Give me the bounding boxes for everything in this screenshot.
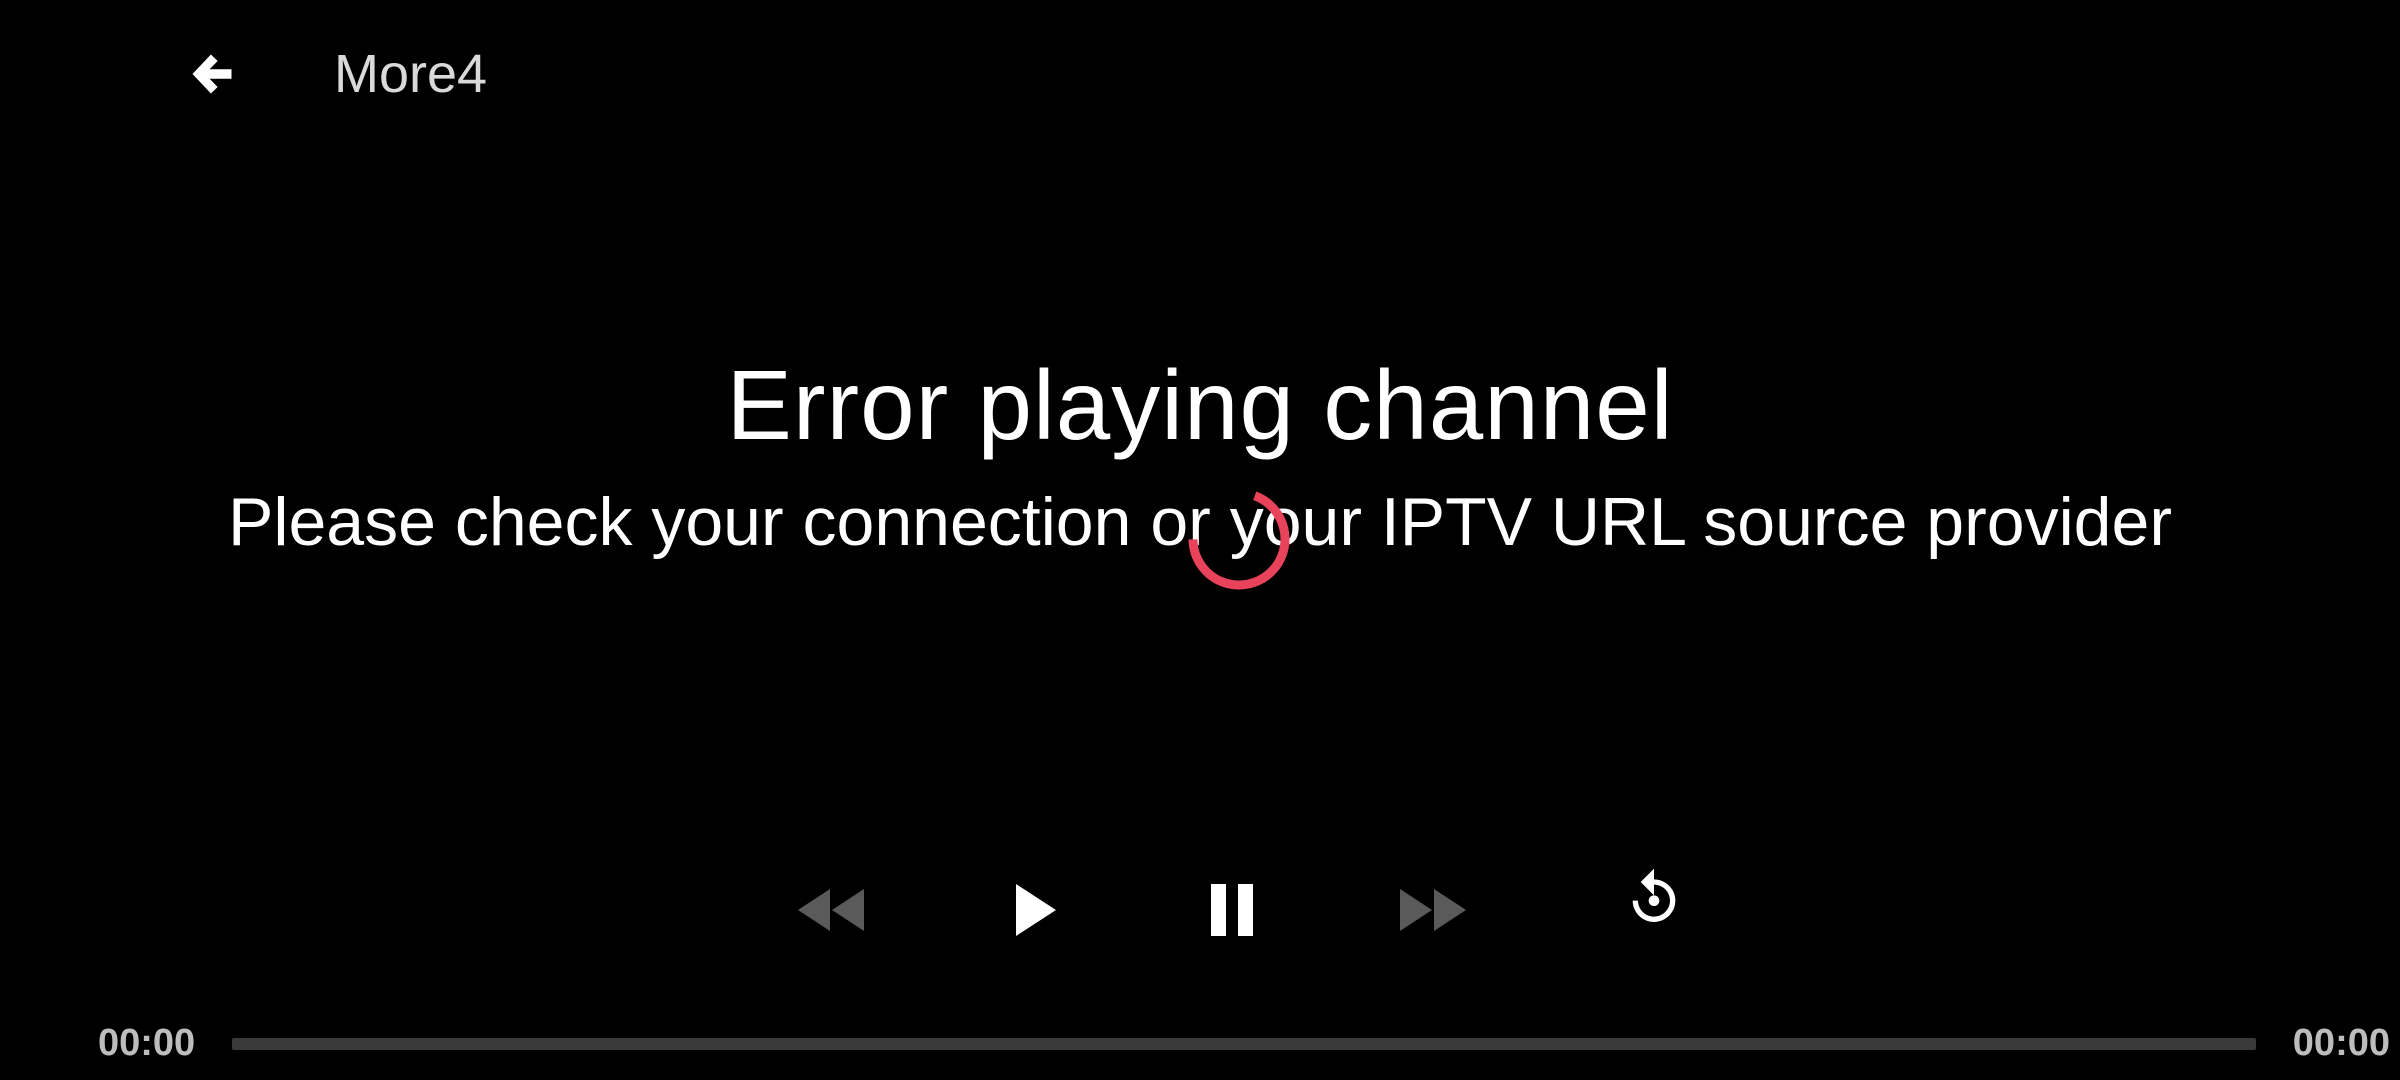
replay-button[interactable]: [1604, 848, 1704, 948]
loading-spinner: [1188, 488, 1290, 590]
replay-icon: [1632, 868, 1676, 922]
error-title: Error playing channel: [726, 350, 1674, 460]
rewind-icon: [798, 889, 864, 931]
play-icon: [1016, 884, 1056, 936]
fast-forward-icon: [1400, 889, 1466, 931]
duration-time: 00:00: [2292, 1022, 2390, 1064]
back-button[interactable]: [170, 35, 254, 113]
pause-button[interactable]: [1182, 860, 1282, 960]
top-bar: More4: [0, 0, 2400, 150]
position-time: 00:00: [98, 1022, 196, 1064]
channel-title: More4: [334, 44, 488, 104]
pause-icon: [1211, 884, 1253, 936]
fast-forward-button[interactable]: [1384, 860, 1484, 960]
rewind-button[interactable]: [780, 860, 880, 960]
playback-controls: [0, 860, 2400, 960]
arrow-left-icon: [192, 54, 232, 94]
player-screen: More4 Error playing channel Please check…: [0, 0, 2400, 1080]
play-button[interactable]: [985, 860, 1085, 960]
seek-bar[interactable]: [232, 1038, 2256, 1050]
